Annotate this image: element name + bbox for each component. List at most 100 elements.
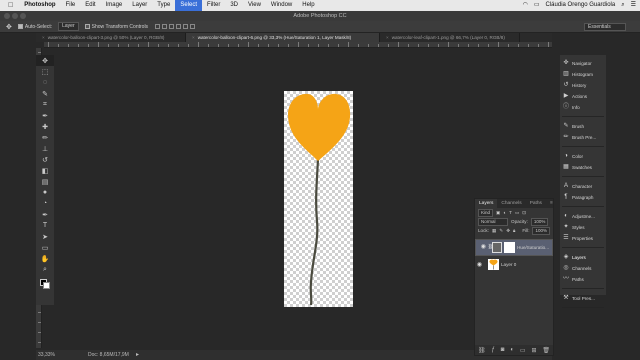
- apple-icon[interactable]: : [0, 0, 19, 11]
- new-group-icon[interactable]: ▭: [520, 347, 526, 354]
- search-icon[interactable]: ⌕: [621, 0, 624, 11]
- auto-select-checkbox[interactable]: Auto-Select:: [17, 24, 52, 30]
- eraser-tool-icon[interactable]: ◧: [36, 165, 54, 176]
- dock-item-properties[interactable]: ☰ Properties: [563, 235, 593, 241]
- menu-3d[interactable]: 3D: [225, 0, 243, 11]
- dock-item-info[interactable]: ⓘ Info: [563, 104, 580, 110]
- filter-smart-icon[interactable]: ⊡: [522, 210, 526, 216]
- lasso-tool-icon[interactable]: ◌: [36, 77, 54, 88]
- menu-file[interactable]: File: [61, 0, 81, 11]
- new-layer-icon[interactable]: ⊞: [531, 347, 536, 354]
- tab-document-1[interactable]: × watercolor-balloon-clipart-3.png @ 50% …: [36, 33, 186, 42]
- visibility-eye-icon[interactable]: ◉: [479, 244, 488, 251]
- horizontal-ruler[interactable]: [44, 42, 552, 48]
- dock-item-character[interactable]: A Character: [563, 183, 592, 189]
- wifi-icon[interactable]: ◠: [523, 0, 528, 11]
- dock-item-navigator[interactable]: ✜ Navigator: [563, 60, 591, 66]
- layer-row-hue-saturation[interactable]: ◉ ⛓︎ Hue/Saturatio...: [475, 239, 553, 256]
- blend-mode-dropdown[interactable]: Normal: [478, 217, 508, 226]
- zoom-tool-icon[interactable]: ⌕: [36, 264, 54, 275]
- lock-pixels-icon[interactable]: ▦: [492, 228, 496, 234]
- blur-tool-icon[interactable]: ●: [36, 187, 54, 198]
- list-icon[interactable]: ☰: [631, 0, 636, 11]
- menu-type[interactable]: Type: [152, 0, 175, 11]
- menu-window[interactable]: Window: [266, 0, 297, 11]
- align-bottom-icon[interactable]: [169, 23, 175, 29]
- zoom-level[interactable]: 33,33%: [38, 350, 55, 360]
- tab-paths[interactable]: Paths: [526, 199, 546, 208]
- app-menu[interactable]: Photoshop: [19, 0, 60, 11]
- kind-filter-dropdown[interactable]: Kind: [478, 208, 494, 217]
- fx-icon[interactable]: ƒ: [492, 347, 495, 353]
- battery-icon[interactable]: ▭: [534, 0, 540, 11]
- filter-adjustment-icon[interactable]: ◐: [503, 210, 506, 215]
- lock-all-icon[interactable]: 🔒︎: [513, 228, 515, 233]
- zoom-button[interactable]: [20, 13, 26, 19]
- dock-item-paths[interactable]: 〰 Paths: [563, 276, 584, 282]
- opacity-field[interactable]: 100%: [530, 217, 549, 226]
- marquee-tool-icon[interactable]: ⬚: [36, 66, 54, 77]
- tab-channels[interactable]: Channels: [497, 199, 525, 208]
- adjustment-thumbnail[interactable]: [491, 242, 503, 253]
- dock-item-brush[interactable]: ✎ Brush: [563, 123, 584, 129]
- dock-item-color[interactable]: ◑ Color: [563, 153, 583, 159]
- eyedropper-tool-icon[interactable]: ✒: [36, 110, 54, 121]
- layer-row-layer-0[interactable]: ◉ Layer 0: [475, 256, 553, 273]
- move-tool-icon[interactable]: ✥: [36, 55, 54, 66]
- menu-filter[interactable]: Filter: [202, 0, 225, 11]
- filter-type-icon[interactable]: T: [509, 210, 512, 215]
- align-center-icon[interactable]: [183, 23, 189, 29]
- background-color[interactable]: [43, 282, 50, 289]
- tab-document-2[interactable]: × watercolor-balloon-clipart-6.png @ 33,3…: [186, 33, 380, 42]
- dock-item-layers[interactable]: ◈ Layers: [563, 254, 586, 260]
- panel-menu-icon[interactable]: ≡: [546, 199, 557, 208]
- filter-shape-icon[interactable]: ▭: [515, 210, 519, 216]
- tab-layers[interactable]: Layers: [475, 199, 498, 208]
- link-layers-icon[interactable]: ⛓︎: [478, 347, 486, 354]
- menu-select[interactable]: Select: [175, 0, 202, 11]
- dock-item-adjustme[interactable]: ◐ Adjustme...: [563, 213, 595, 219]
- dock-item-actions[interactable]: ▶ Actions: [563, 93, 587, 99]
- history-brush-icon[interactable]: ↺: [36, 154, 54, 165]
- fill-field[interactable]: 100%: [532, 226, 550, 235]
- menu-view[interactable]: View: [243, 0, 266, 11]
- dock-item-styles[interactable]: ✦ Styles: [563, 224, 584, 230]
- dock-item-channels[interactable]: ◎ Channels: [563, 265, 591, 271]
- menu-help[interactable]: Help: [297, 0, 319, 11]
- align-left-icon[interactable]: [176, 23, 182, 29]
- crop-tool-icon[interactable]: ⌗: [36, 99, 54, 110]
- dock-item-swatches[interactable]: ▦ Swatches: [563, 164, 592, 170]
- dock-item-brush-pre[interactable]: ✏ Brush Pre...: [563, 134, 596, 140]
- adjustment-layer-icon[interactable]: ◐: [510, 347, 514, 353]
- arrow-right-icon[interactable]: ▸: [136, 350, 139, 360]
- close-tab-icon[interactable]: ×: [42, 35, 45, 40]
- move-tool-icon[interactable]: ✥: [6, 23, 12, 31]
- lock-move-icon[interactable]: ✥: [506, 228, 510, 234]
- layer-name[interactable]: Layer 0: [501, 262, 516, 267]
- auto-select-dropdown[interactable]: Layer: [58, 22, 79, 31]
- shape-tool-icon[interactable]: ▭: [36, 242, 54, 253]
- brush-tool-icon[interactable]: ✏: [36, 132, 54, 143]
- trash-icon[interactable]: 🗑︎: [542, 347, 550, 354]
- layer-mask-thumbnail[interactable]: [504, 242, 516, 253]
- quick-select-tool-icon[interactable]: ✎: [36, 88, 54, 99]
- workspace-dropdown[interactable]: Essentials: [584, 23, 626, 31]
- align-top-icon[interactable]: [155, 23, 161, 29]
- document-canvas[interactable]: [284, 91, 353, 307]
- hand-tool-icon[interactable]: ✋: [36, 253, 54, 264]
- healing-brush-icon[interactable]: ✚: [36, 121, 54, 132]
- align-right-icon[interactable]: [190, 23, 196, 29]
- close-tab-icon[interactable]: ×: [192, 35, 195, 40]
- dock-item-history[interactable]: ↺ History: [563, 82, 586, 88]
- dock-item-paragraph[interactable]: ¶ Paragraph: [563, 194, 593, 200]
- add-mask-icon[interactable]: ◙: [501, 347, 505, 353]
- transform-controls-checkbox[interactable]: Show Transform Controls: [84, 24, 148, 30]
- dodge-tool-icon[interactable]: ◔: [36, 198, 54, 209]
- layer-name[interactable]: Hue/Saturatio...: [517, 244, 549, 251]
- gradient-tool-icon[interactable]: ▤: [36, 176, 54, 187]
- lock-paint-icon[interactable]: ✎: [499, 228, 503, 234]
- visibility-eye-icon[interactable]: ◉: [475, 261, 484, 268]
- menu-image[interactable]: Image: [101, 0, 128, 11]
- menu-layer[interactable]: Layer: [127, 0, 152, 11]
- align-middle-icon[interactable]: [162, 23, 168, 29]
